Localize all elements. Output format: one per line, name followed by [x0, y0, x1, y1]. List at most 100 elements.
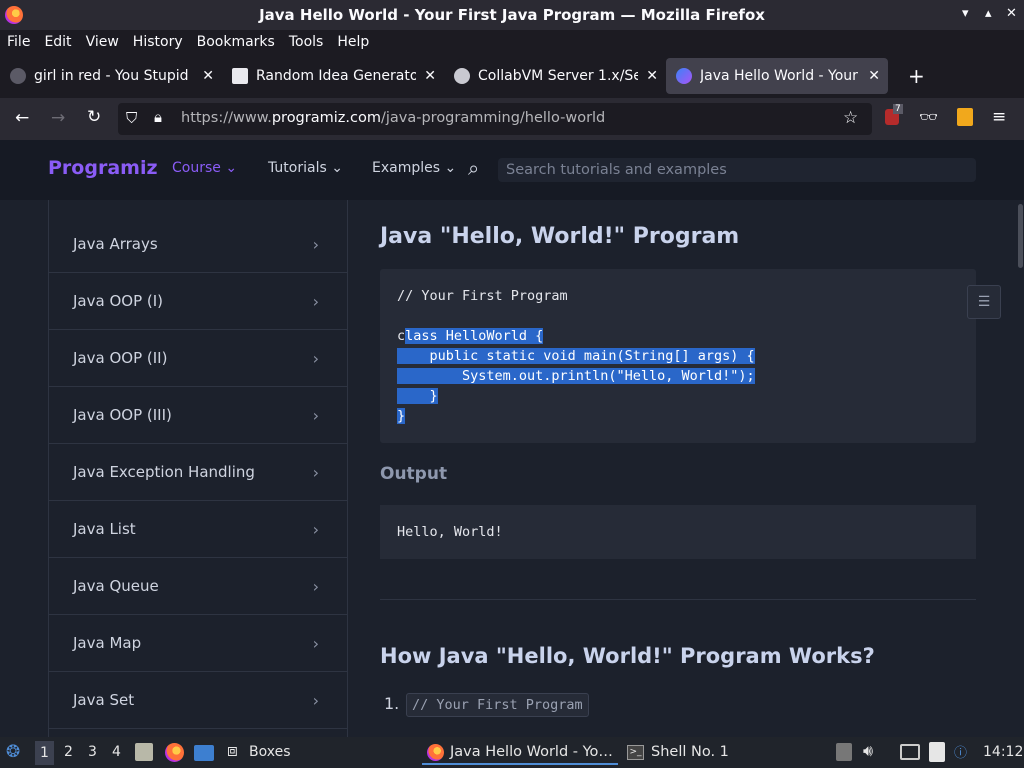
file-manager-icon[interactable] [135, 743, 153, 761]
forward-icon[interactable]: → [51, 108, 65, 128]
bookmark-star-icon[interactable]: ☆ [843, 108, 858, 128]
url-text[interactable]: https://www.programiz.com/java-programmi… [181, 110, 605, 126]
minimize-button[interactable]: ▾ [962, 6, 969, 21]
sidebar-item-java-set[interactable]: Java Set › [49, 672, 347, 729]
programiz-logo[interactable]: Programiz [48, 157, 158, 179]
window-titlebar: Java Hello World - Your First Java Progr… [0, 0, 1024, 30]
tab-collabvm[interactable]: CollabVM Server 1.x/Serv ✕ [444, 58, 666, 94]
tab-favicon-icon [10, 68, 26, 84]
code-line-5: } [397, 408, 406, 424]
site-header: Programiz Course ⌄ Tutorials ⌄ Examples … [0, 140, 1024, 200]
workspace-2[interactable]: 2 [64, 744, 73, 760]
tab-favicon-icon [454, 68, 470, 84]
output-block: Hello, World! [380, 505, 976, 559]
navigation-toolbar: ← → ↻ ⛉ 🔒︎ https://www.programiz.com/jav… [0, 98, 1024, 140]
code-line-4: } [397, 388, 438, 404]
tab-title: Random Idea Generator [256, 68, 416, 84]
workspace-4[interactable]: 4 [112, 744, 121, 760]
sidebar-item-java-map[interactable]: Java Map › [49, 615, 347, 672]
tab-java-hello-world[interactable]: Java Hello World - Your Fir ✕ [666, 58, 888, 94]
page-title: Java "Hello, World!" Program [380, 224, 740, 249]
table-of-contents-icon[interactable]: ☰ [967, 285, 1001, 319]
shield-icon[interactable]: ⛉ [126, 109, 137, 127]
chevron-right-icon: › [312, 405, 319, 425]
ublock-badge: 7 [893, 104, 903, 114]
tab-title: girl in red - You Stupid Bi [34, 68, 194, 84]
reload-icon[interactable]: ↻ [87, 107, 101, 127]
workspace-1[interactable]: 1 [35, 741, 54, 765]
code-line-1: class HelloWorld { [397, 328, 544, 344]
sidebar-item-java-list[interactable]: Java List › [49, 501, 347, 558]
output-heading: Output [380, 464, 448, 484]
url-bar[interactable]: ⛉ 🔒︎ https://www.programiz.com/java-prog… [118, 103, 872, 135]
scrollbar-thumb[interactable] [1018, 204, 1023, 268]
chevron-right-icon: › [312, 291, 319, 311]
code-block[interactable]: // Your First Program class HelloWorld {… [380, 269, 976, 443]
tab-title: Java Hello World - Your Fir [700, 68, 860, 84]
start-menu-icon[interactable]: ❂ [6, 742, 20, 762]
tray-scroll-icon[interactable] [836, 743, 852, 761]
menu-edit[interactable]: Edit [44, 34, 71, 50]
tab-random-idea[interactable]: Random Idea Generator ✕ [222, 58, 444, 94]
list-number: 1. [384, 694, 400, 713]
task-firefox[interactable]: Java Hello World - Yo… [422, 740, 618, 765]
sidebar-item-java-oop-3[interactable]: Java OOP (III) › [49, 387, 347, 444]
tab-favicon-icon [232, 68, 248, 84]
extension-mask-icon[interactable]: 👓︎ [919, 108, 938, 126]
nav-examples[interactable]: Examples ⌄ [372, 160, 456, 176]
sidebar: Java Arrays › Java OOP (I) › Java OOP (II)… [48, 200, 348, 737]
sidebar-item-java-oop-2[interactable]: Java OOP (II) › [49, 330, 347, 387]
terminal-icon: >_ [627, 745, 644, 760]
volume-icon[interactable]: 🔊︎ [863, 741, 873, 761]
maximize-button[interactable]: ▴ [985, 6, 992, 21]
tab-girl-in-red[interactable]: girl in red - You Stupid Bi ✕ [0, 58, 222, 94]
sidebar-item-java-queue[interactable]: Java Queue › [49, 558, 347, 615]
chevron-right-icon: › [312, 234, 319, 254]
back-icon[interactable]: ← [15, 108, 29, 128]
task-shell[interactable]: >_ Shell No. 1 [623, 740, 753, 765]
search-input[interactable]: Search tutorials and examples [498, 158, 976, 182]
desktop-icon[interactable] [194, 745, 214, 761]
tab-title: CollabVM Server 1.x/Serv [478, 68, 638, 84]
firefox-icon [5, 6, 23, 24]
code-line-3: System.out.println("Hello, World!"); [397, 368, 755, 384]
tab-close-icon[interactable]: ✕ [202, 68, 214, 84]
sidebar-item-java-arrays[interactable]: Java Arrays › [49, 216, 347, 273]
page-scrollbar[interactable] [1016, 200, 1024, 737]
menu-tools[interactable]: Tools [289, 34, 324, 50]
hamburger-menu-icon[interactable]: ≡ [992, 107, 1006, 127]
firefox-launcher-icon[interactable] [165, 743, 184, 762]
tab-close-icon[interactable]: ✕ [646, 68, 658, 84]
workspace-3[interactable]: 3 [88, 744, 97, 760]
tab-close-icon[interactable]: ✕ [868, 68, 880, 84]
notification-icon[interactable]: ⓘ [954, 742, 967, 761]
menu-bookmarks[interactable]: Bookmarks [197, 34, 275, 50]
extension-puzzle-icon[interactable] [957, 108, 973, 126]
tab-close-icon[interactable]: ✕ [424, 68, 436, 84]
search-icon[interactable]: ⌕ [468, 156, 479, 180]
nav-tutorials[interactable]: Tutorials ⌄ [268, 160, 343, 176]
boxes-icon[interactable]: ⧈ [227, 741, 238, 761]
menu-view[interactable]: View [86, 34, 119, 50]
network-icon[interactable] [900, 744, 920, 760]
tab-strip: girl in red - You Stupid Bi ✕ Random Ide… [0, 54, 1024, 98]
chevron-right-icon: › [312, 690, 319, 710]
nav-course[interactable]: Course ⌄ [172, 160, 237, 176]
close-window-button[interactable]: ✕ [1006, 6, 1017, 21]
code-line-2: public static void main(String[] args) { [397, 348, 755, 364]
clipboard-icon[interactable] [929, 742, 945, 762]
sidebar-item-java-oop-1[interactable]: Java OOP (I) › [49, 273, 347, 330]
chevron-right-icon: › [312, 519, 319, 539]
divider [380, 599, 976, 600]
menu-history[interactable]: History [133, 34, 183, 50]
menu-file[interactable]: File [7, 34, 30, 50]
taskbar: ❂ 1 2 3 4 ⧈ Boxes Java Hello World - Yo…… [0, 737, 1024, 768]
clock: 14:12 [983, 744, 1024, 760]
new-tab-button[interactable]: + [908, 64, 925, 88]
boxes-label[interactable]: Boxes [249, 744, 291, 760]
article: Java "Hello, World!" Program // Your Fir… [380, 200, 1001, 737]
lock-icon[interactable]: 🔒︎ [154, 108, 162, 126]
chevron-right-icon: › [312, 462, 319, 482]
menu-help[interactable]: Help [337, 34, 369, 50]
sidebar-item-java-exception-handling[interactable]: Java Exception Handling › [49, 444, 347, 501]
